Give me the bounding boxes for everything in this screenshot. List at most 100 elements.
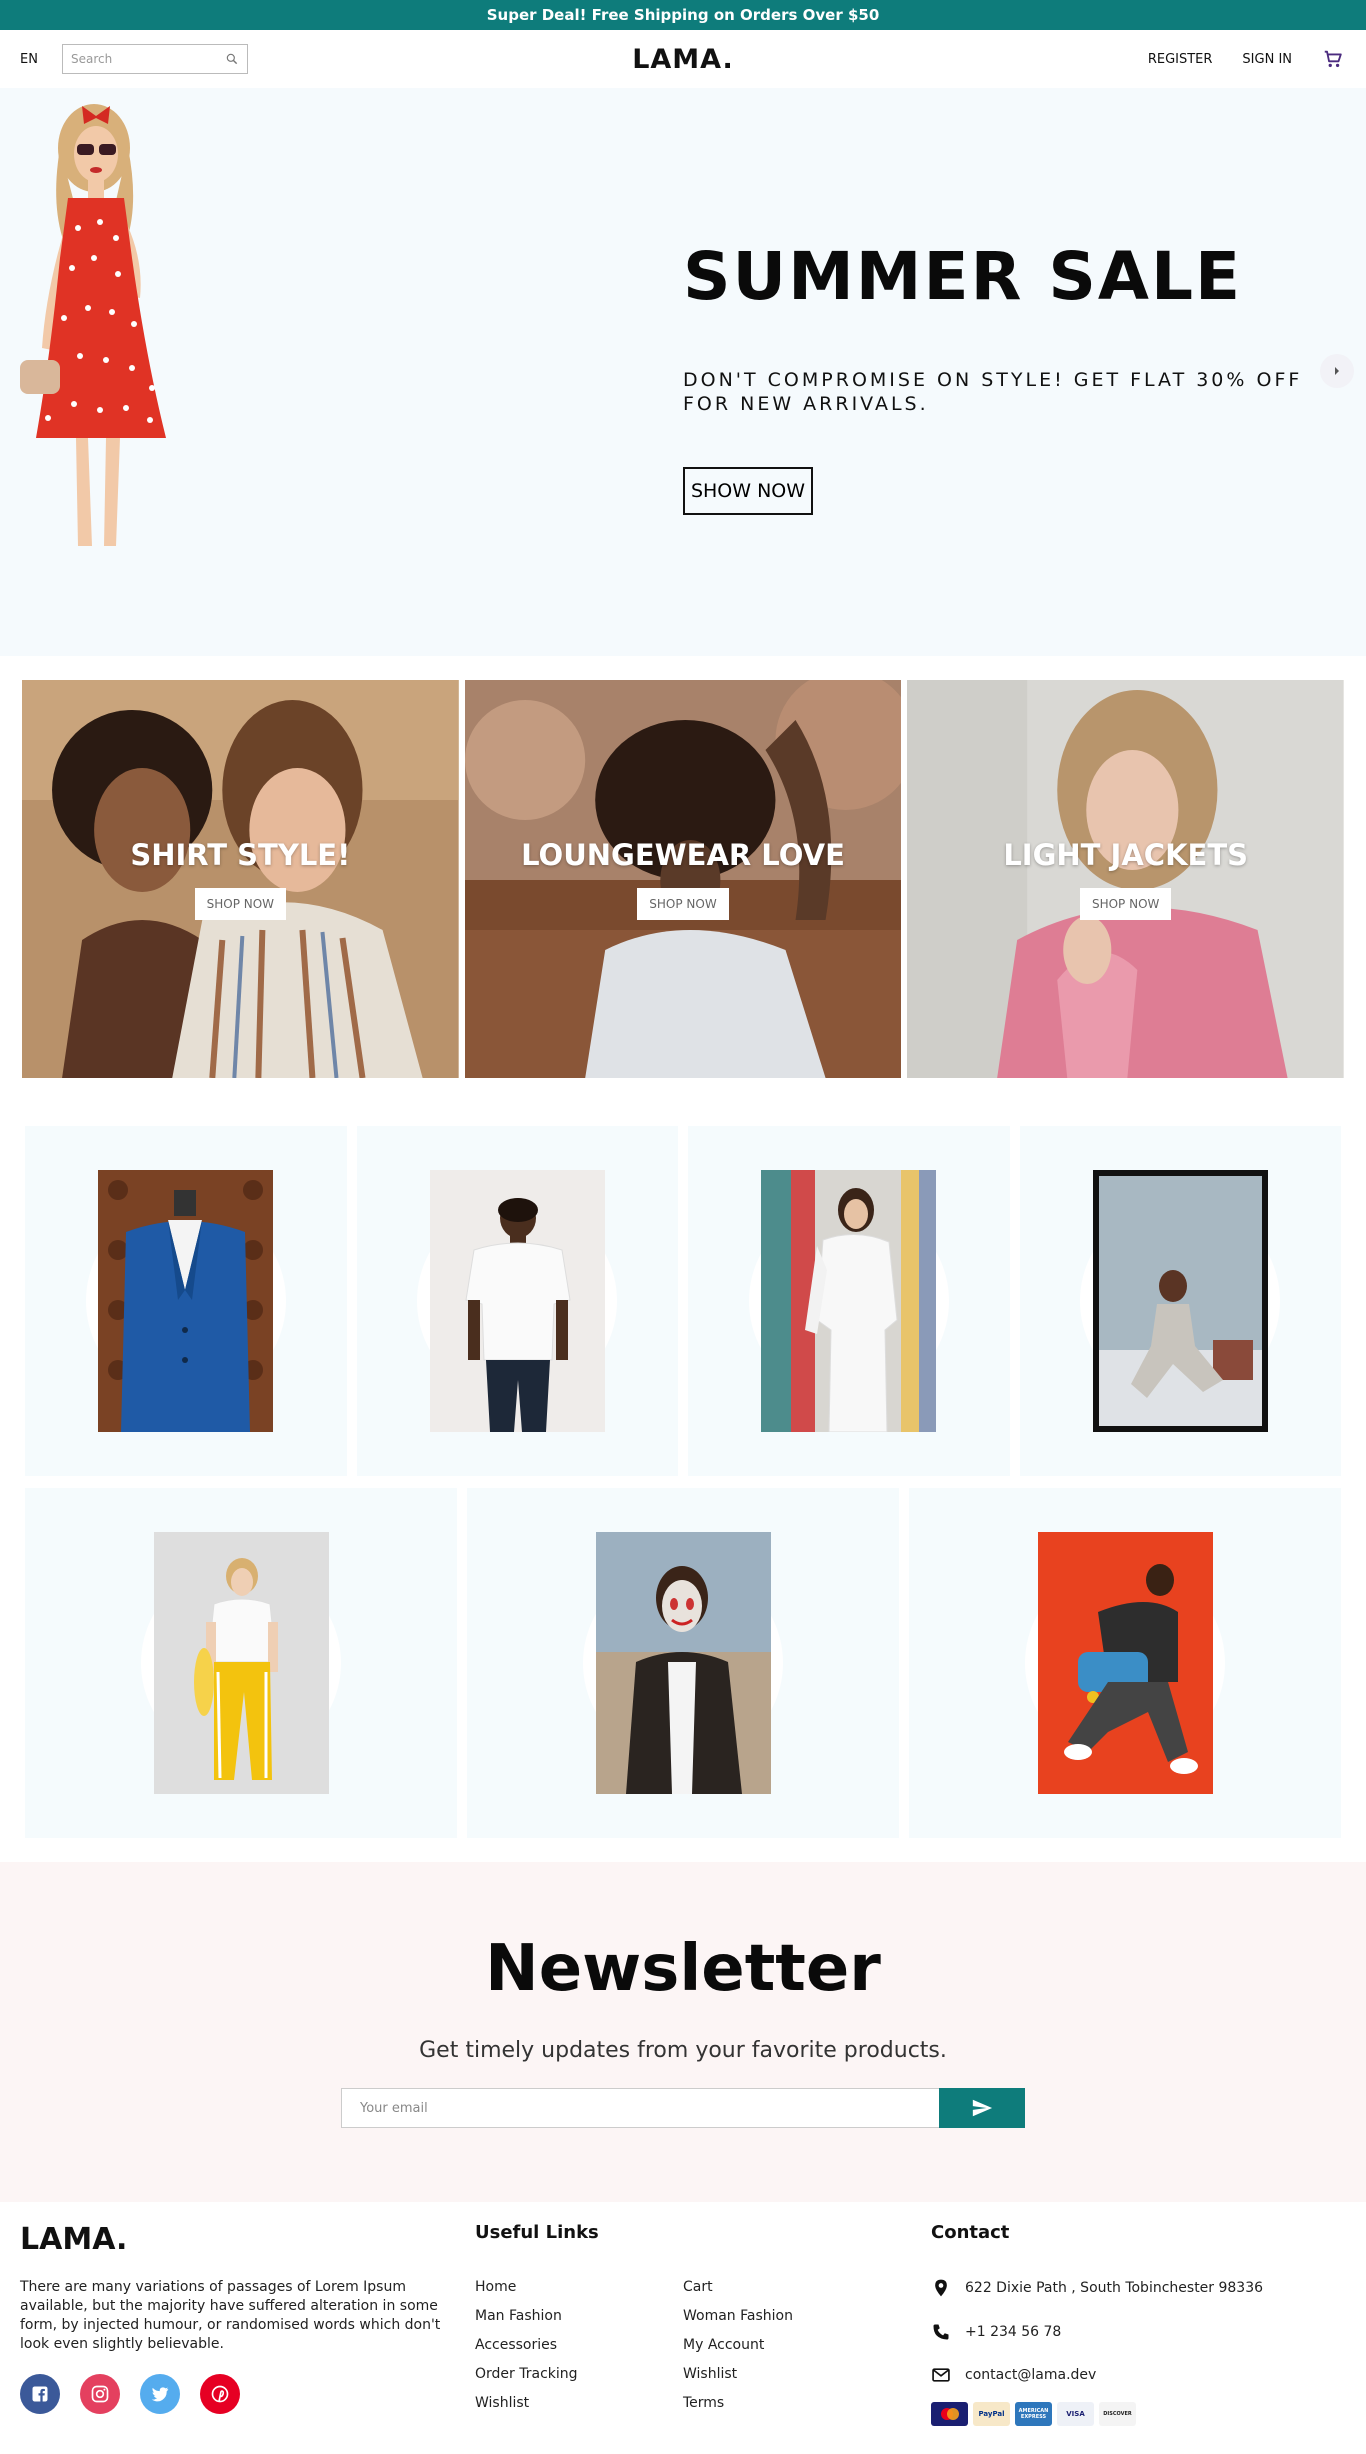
product-row — [25, 1488, 1341, 1838]
category-shop-now-button[interactable]: SHOP NOW — [637, 888, 729, 920]
product-card[interactable] — [25, 1126, 347, 1476]
footer-link-woman-fashion[interactable]: Woman Fashion — [683, 2307, 891, 2326]
paypal-icon: PayPal — [973, 2402, 1010, 2426]
category-title: LOUNGEWEAR LOVE — [521, 838, 845, 872]
useful-links-title: Useful Links — [475, 2222, 599, 2243]
footer-link-terms[interactable]: Terms — [683, 2394, 891, 2413]
discover-label: DISCOVER — [1103, 2411, 1132, 2417]
discover-icon: DISCOVER — [1099, 2402, 1136, 2426]
newsletter-email-input[interactable] — [342, 2089, 939, 2127]
product-image-street-style — [1037, 1532, 1213, 1794]
mail-icon — [932, 2368, 950, 2382]
product-image-yellow-pants — [153, 1532, 329, 1794]
search-container — [62, 44, 248, 74]
twitter-icon[interactable] — [140, 2374, 180, 2414]
product-image-white-tee — [429, 1170, 605, 1432]
products-section — [25, 1126, 1341, 1850]
category-shop-now-button[interactable]: SHOP NOW — [1079, 888, 1172, 920]
nav-actions: REGISTER SIGN IN — [1148, 48, 1344, 70]
slider-next-arrow[interactable] — [1320, 354, 1354, 388]
pinterest-icon[interactable] — [200, 2374, 240, 2414]
announcement-bar: Super Deal! Free Shipping on Orders Over… — [0, 0, 1366, 30]
facebook-icon[interactable] — [20, 2374, 60, 2414]
category-title: SHIRT STYLE! — [130, 838, 351, 872]
contact-title: Contact — [931, 2222, 1010, 2243]
category-info: LIGHT JACKETS SHOP NOW — [907, 680, 1344, 1078]
footer-logo[interactable]: LAMA. — [20, 2222, 127, 2257]
footer-link-wishlist[interactable]: Wishlist — [683, 2365, 891, 2384]
cart-icon[interactable] — [1322, 48, 1344, 70]
footer-link-order-tracking[interactable]: Order Tracking — [475, 2365, 683, 2384]
location-icon — [935, 2279, 947, 2297]
paypal-label: PayPal — [978, 2410, 1005, 2418]
brand-logo[interactable]: LAMA. — [632, 44, 734, 75]
product-row — [25, 1126, 1341, 1476]
footer-link-cart[interactable]: Cart — [683, 2278, 891, 2297]
category-card-jackets[interactable]: LIGHT JACKETS SHOP NOW — [907, 680, 1345, 1078]
product-card[interactable] — [356, 1126, 678, 1476]
category-shop-now-button[interactable]: SHOP NOW — [194, 888, 287, 920]
newsletter-title: Newsletter — [485, 1932, 881, 2006]
category-title: LIGHT JACKETS — [1003, 838, 1249, 872]
category-info: SHIRT STYLE! SHOP NOW — [22, 680, 459, 1078]
product-card[interactable] — [467, 1488, 899, 1838]
hero-title: SUMMER SALE — [683, 238, 1243, 315]
product-image-grey-set — [1092, 1170, 1268, 1432]
chevron-right-icon — [1335, 367, 1339, 375]
search-icon[interactable] — [225, 52, 239, 66]
contact-phone: +1 234 56 78 — [931, 2322, 1061, 2342]
footer-link-my-account[interactable]: My Account — [683, 2336, 891, 2355]
hero-show-now-button[interactable]: SHOW NOW — [683, 467, 813, 515]
mastercard-icon — [931, 2402, 968, 2426]
product-image-white-suit — [761, 1170, 937, 1432]
product-card[interactable] — [1019, 1126, 1341, 1476]
twitter-glyph — [151, 2387, 169, 2402]
contact-address-text: 622 Dixie Path , South Tobinchester 9833… — [965, 2280, 1264, 2296]
footer: LAMA. There are many variations of passa… — [0, 2202, 1366, 2454]
category-card-loungewear[interactable]: LOUNGEWEAR LOVE SHOP NOW — [464, 680, 902, 1078]
amex-label: AMERICAN EXPRESS — [1018, 2408, 1049, 2420]
product-image-black-jacket — [595, 1532, 771, 1794]
language-selector[interactable]: EN — [20, 52, 38, 67]
hero-model-image — [20, 104, 166, 546]
social-icons — [20, 2374, 240, 2414]
contact-address: 622 Dixie Path , South Tobinchester 9833… — [931, 2278, 1263, 2298]
phone-icon — [933, 2324, 949, 2340]
hero-description: DON'T COMPROMISE ON STYLE! GET FLAT 30% … — [683, 369, 1303, 415]
footer-link-accessories[interactable]: Accessories — [475, 2336, 683, 2355]
pinterest-glyph — [211, 2385, 229, 2403]
instagram-icon[interactable] — [80, 2374, 120, 2414]
mastercard-glyph — [940, 2408, 959, 2420]
announcement-text: Super Deal! Free Shipping on Orders Over… — [486, 6, 880, 24]
amex-icon: AMERICAN EXPRESS — [1015, 2402, 1052, 2426]
navbar: EN LAMA. REGISTER SIGN IN — [0, 30, 1366, 88]
contact-phone-text: +1 234 56 78 — [965, 2324, 1062, 2340]
footer-link-wishlist-2[interactable]: Wishlist — [475, 2394, 683, 2413]
newsletter-section: Newsletter Get timely updates from your … — [0, 1862, 1366, 2202]
search-input[interactable] — [71, 52, 221, 66]
footer-link-home[interactable]: Home — [475, 2278, 683, 2297]
payment-methods: PayPal AMERICAN EXPRESS VISA DISCOVER — [931, 2402, 1136, 2426]
newsletter-submit-button[interactable] — [939, 2088, 1025, 2128]
product-card[interactable] — [688, 1126, 1010, 1476]
hero-slider: SUMMER SALE DON'T COMPROMISE ON STYLE! G… — [0, 88, 1366, 656]
category-info: LOUNGEWEAR LOVE SHOP NOW — [465, 680, 902, 1078]
newsletter-description: Get timely updates from your favorite pr… — [419, 2038, 947, 2063]
categories-section: SHIRT STYLE! SHOP NOW LOUNGEWEAR LOVE SH… — [22, 680, 1345, 1078]
register-link[interactable]: REGISTER — [1148, 52, 1213, 67]
instagram-glyph — [91, 2385, 109, 2403]
product-card[interactable] — [909, 1488, 1341, 1838]
contact-email-text: contact@lama.dev — [965, 2367, 1097, 2383]
sign-in-link[interactable]: SIGN IN — [1242, 52, 1292, 67]
send-icon — [972, 2099, 993, 2117]
visa-label: VISA — [1066, 2410, 1085, 2418]
product-card[interactable] — [25, 1488, 457, 1838]
contact-email: contact@lama.dev — [931, 2365, 1096, 2385]
facebook-glyph — [32, 2386, 48, 2402]
newsletter-form — [341, 2088, 1025, 2128]
footer-links: Home Cart Man Fashion Woman Fashion Acce… — [475, 2278, 895, 2413]
footer-description: There are many variations of passages of… — [20, 2279, 441, 2352]
footer-link-man-fashion[interactable]: Man Fashion — [475, 2307, 683, 2326]
product-image-blue-blazer — [98, 1170, 274, 1432]
category-card-shirt[interactable]: SHIRT STYLE! SHOP NOW — [22, 680, 459, 1078]
